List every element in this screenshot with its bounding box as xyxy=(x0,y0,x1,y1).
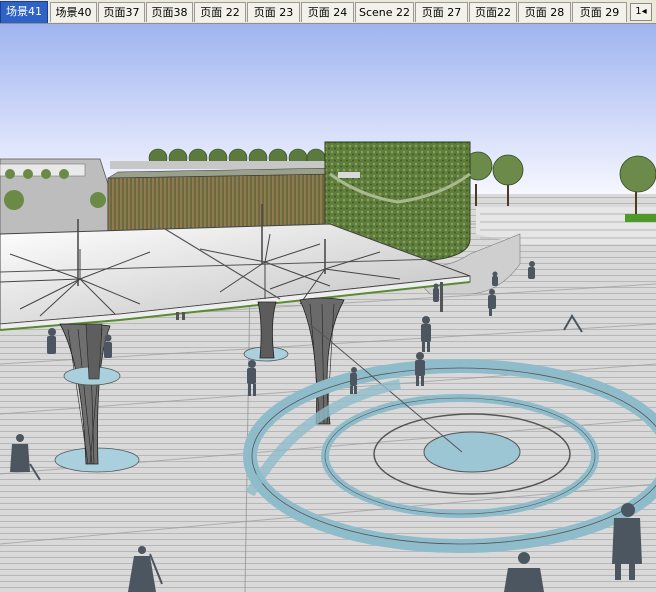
scene-tab-8[interactable]: Scene 22 xyxy=(355,2,414,22)
person-12 xyxy=(47,328,56,354)
scene-tab-11[interactable]: 页面 28 xyxy=(518,2,571,22)
person-7 xyxy=(492,271,498,286)
person-13 xyxy=(104,334,112,358)
scene-tab-bar: 场景41 场景40 页面37 页面38 页面 22 页面 23 页面 24 Sc… xyxy=(0,0,656,24)
3d-model-viewport[interactable] xyxy=(0,24,656,592)
scene-tab-10[interactable]: 页面22 xyxy=(469,2,517,22)
person-8 xyxy=(433,283,439,302)
lawn-patch xyxy=(625,214,656,222)
scene-tab-4[interactable]: 页面38 xyxy=(146,2,193,22)
scene-tab-5[interactable]: 页面 22 xyxy=(194,2,246,22)
scene-tab-9[interactable]: 页面 27 xyxy=(415,2,468,22)
scene-tab-2[interactable]: 场景40 xyxy=(50,2,97,22)
person-6 xyxy=(528,261,535,279)
scene-tab-1[interactable]: 场景41 xyxy=(0,1,48,23)
scene-tab-6[interactable]: 页面 23 xyxy=(247,2,300,22)
plaza-scene xyxy=(0,24,656,592)
scene-tab-3[interactable]: 页面37 xyxy=(98,2,145,22)
scene-tab-7[interactable]: 页面 24 xyxy=(301,2,354,22)
hedge-building-window xyxy=(338,172,360,178)
scroll-left-icon[interactable]: 1◂ xyxy=(630,3,652,21)
scene-tab-12[interactable]: 页面 29 xyxy=(572,2,627,22)
